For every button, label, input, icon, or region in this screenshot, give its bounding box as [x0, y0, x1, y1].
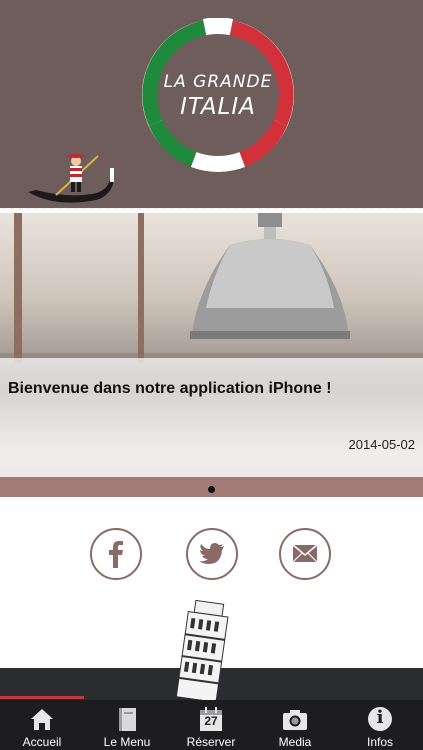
slide-caption[interactable]: Bienvenue dans notre application iPhone …	[0, 358, 423, 478]
email-button[interactable]	[279, 528, 331, 580]
tab-label: Le Menu	[103, 735, 151, 749]
tab-accueil[interactable]: Accueil	[0, 700, 84, 750]
slide-date: 2014-05-02	[348, 437, 416, 452]
dome-cover-image	[190, 213, 350, 339]
info-icon-glyph: i	[376, 707, 384, 728]
logo-text-line1: LA GRANDE	[163, 72, 273, 92]
book-icon	[119, 708, 136, 731]
calendar-day-number: 27	[204, 714, 218, 728]
tab-le-menu[interactable]: Le Menu	[85, 700, 169, 750]
slide-title: Bienvenue dans notre application iPhone …	[8, 380, 332, 397]
tab-label: Media	[278, 735, 312, 749]
photo-post	[138, 213, 144, 363]
gondola-illustration	[28, 154, 114, 203]
app-header: LA GRANDE ITALIA	[0, 0, 423, 208]
tab-infos[interactable]: i Infos	[338, 700, 422, 750]
twitter-icon	[199, 543, 224, 564]
mail-icon	[292, 544, 318, 563]
tab-reserver[interactable]: 27 Réserver	[169, 700, 253, 750]
tab-label: Accueil	[22, 735, 62, 749]
logo-text-line2: ITALIA	[180, 94, 256, 120]
home-icon	[31, 709, 53, 730]
active-tab-indicator	[0, 696, 84, 699]
news-slider[interactable]: Bienvenue dans notre application iPhone …	[0, 213, 423, 497]
facebook-icon	[109, 541, 123, 568]
camera-icon	[283, 710, 307, 730]
tab-label: Réserver	[186, 735, 236, 749]
pisa-tower-illustration	[175, 599, 229, 700]
tab-label: Infos	[366, 735, 393, 749]
tab-bar: Accueil Le Menu 27 Réserver Media i Info…	[0, 700, 423, 750]
photo-post	[14, 213, 22, 363]
page-indicator-dot[interactable]	[208, 486, 215, 493]
facebook-button[interactable]	[90, 528, 142, 580]
twitter-button[interactable]	[186, 528, 238, 580]
tab-media[interactable]: Media	[253, 700, 337, 750]
